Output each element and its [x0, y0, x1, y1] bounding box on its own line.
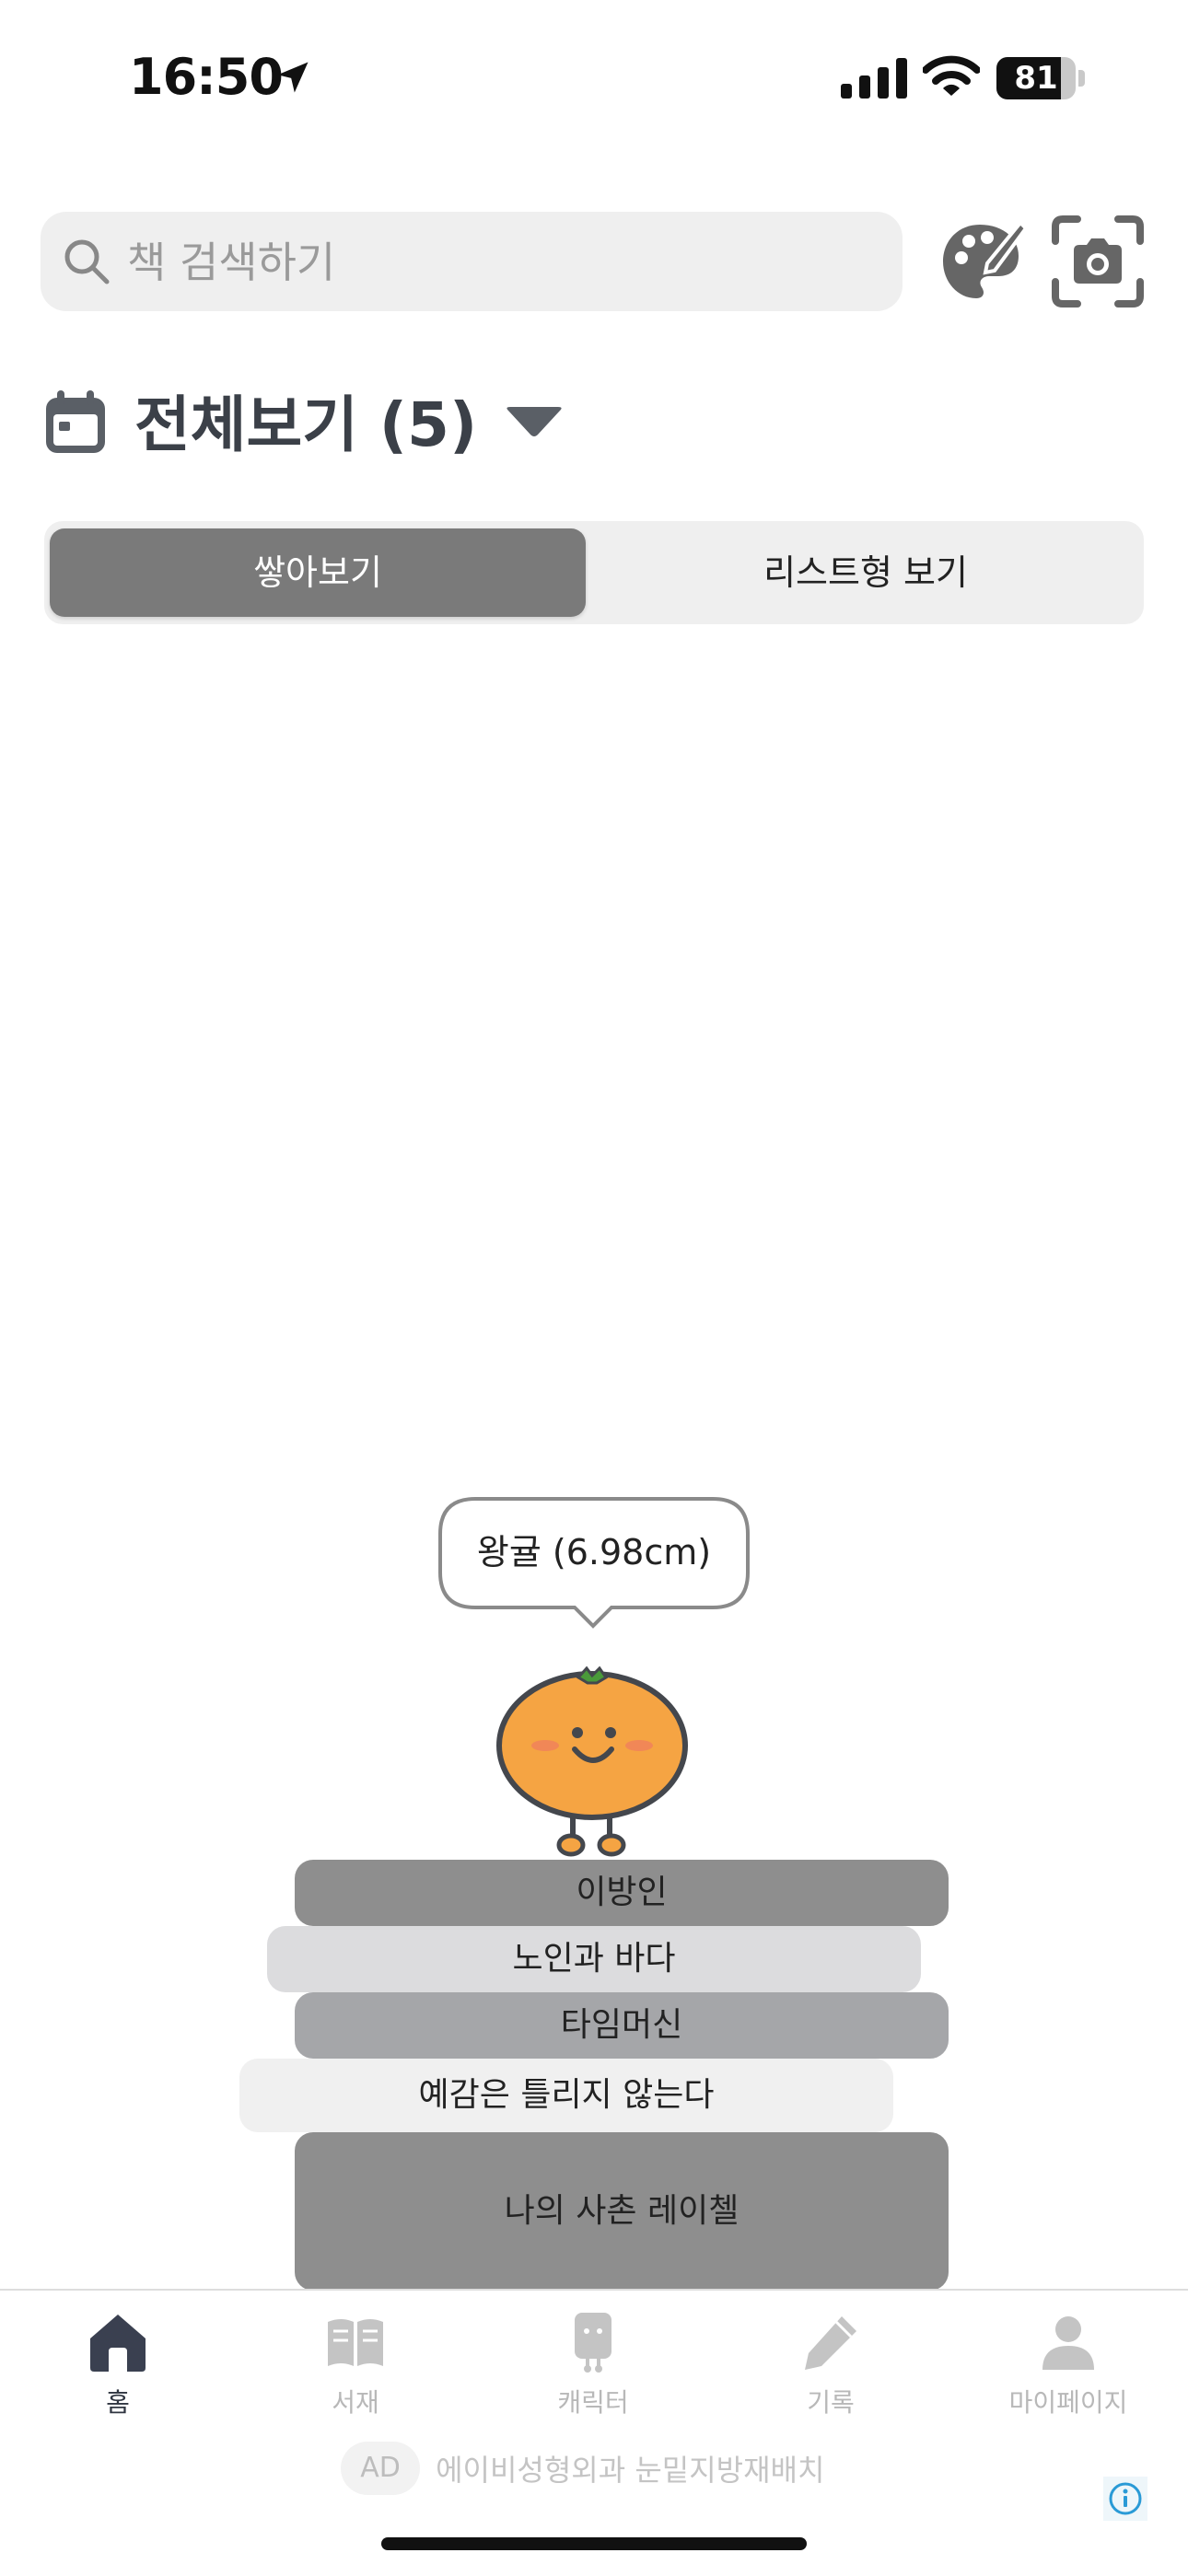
tab-character[interactable]: 캐릭터 — [501, 2311, 685, 2431]
tab-label: 홈 — [106, 2387, 130, 2418]
book-spine[interactable]: 예감은 틀리지 않는다 — [239, 2059, 893, 2132]
tab-records[interactable]: 기록 — [739, 2311, 923, 2431]
tab-mypage[interactable]: 마이페이지 — [976, 2311, 1160, 2431]
calendar-icon — [46, 390, 105, 453]
toggle-list-view[interactable]: 리스트형 보기 — [593, 528, 1138, 617]
battery-indicator: 81 — [996, 57, 1085, 99]
tab-label: 서재 — [332, 2387, 379, 2418]
tab-library[interactable]: 서재 — [263, 2311, 448, 2431]
bottom-tab-bar: 홈 서재 캐릭터 기록 마이페이지 — [0, 2289, 1188, 2576]
ad-badge: AD — [341, 2442, 420, 2495]
person-icon — [1042, 2316, 1094, 2370]
camera-scan-icon[interactable] — [1050, 214, 1146, 309]
book-spine[interactable]: 나의 사촌 레이첼 — [295, 2132, 949, 2291]
search-icon — [64, 239, 110, 284]
tab-label: 마이페이지 — [1008, 2387, 1128, 2418]
cellular-signal-icon — [841, 58, 907, 99]
book-spine[interactable]: 노인과 바다 — [267, 1926, 921, 1992]
tab-home[interactable]: 홈 — [26, 2311, 210, 2431]
book-spine[interactable]: 이방인 — [295, 1860, 949, 1926]
location-arrow-icon — [277, 62, 309, 93]
chevron-down-icon[interactable] — [505, 405, 564, 442]
book-open-icon — [328, 2319, 383, 2366]
status-time: 16:50 — [129, 48, 284, 106]
ad-text: 에이비성형외과 눈밑지방재배치 — [436, 2453, 825, 2488]
character-speech-bubble: 왕귤 (6.98cm) — [438, 1497, 750, 1629]
search-bar[interactable] — [41, 212, 903, 313]
tab-label: 캐릭터 — [557, 2387, 629, 2418]
tab-label: 기록 — [807, 2387, 855, 2418]
page-title[interactable]: 전체보기 (5) — [134, 376, 477, 464]
tangerine-character-icon[interactable] — [494, 1657, 698, 1860]
wifi-icon — [923, 55, 980, 96]
home-icon — [90, 2315, 146, 2372]
home-indicator — [381, 2537, 807, 2550]
pencil-icon — [805, 2316, 856, 2370]
search-input[interactable] — [125, 212, 884, 313]
toggle-stack-view[interactable]: 쌓아보기 — [50, 528, 586, 617]
character-caption: 왕귤 (6.98cm) — [476, 1532, 712, 1572]
palette-icon[interactable] — [938, 217, 1026, 306]
battery-percent: 81 — [1014, 60, 1058, 97]
info-icon[interactable] — [1103, 2477, 1147, 2521]
character-icon — [575, 2313, 611, 2373]
view-toggle: 쌓아보기 리스트형 보기 — [44, 521, 1144, 624]
ad-banner[interactable]: AD 에이비성형외과 눈밑지방재배치 — [341, 2442, 824, 2501]
book-spine[interactable]: 타임머신 — [295, 1992, 949, 2059]
